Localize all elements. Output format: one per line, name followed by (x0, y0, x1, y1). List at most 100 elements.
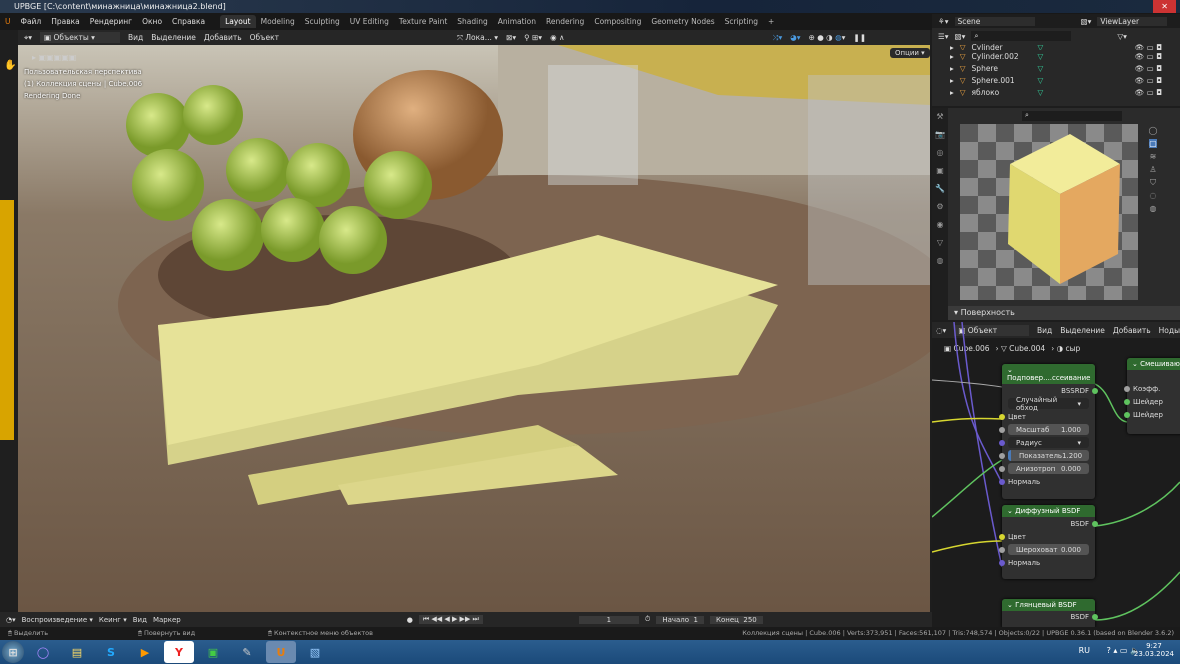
sss-method-dropdown[interactable]: Случайный обход ▾ (1008, 396, 1089, 412)
expand-icon[interactable]: ▸ (950, 88, 954, 97)
timeline-menu-view[interactable]: Вид (133, 616, 147, 624)
normal-socket[interactable] (999, 559, 1005, 566)
tab-uv-editing[interactable]: UV Editing (345, 15, 394, 28)
yandex-browser-app-icon[interactable]: Y (164, 641, 194, 663)
menu-add[interactable]: Добавить (204, 33, 242, 42)
visibility-icons[interactable]: 👁 ▭ ◘ (1135, 76, 1162, 85)
pivot-icon[interactable]: ⊠▾ (506, 33, 516, 42)
proportional-edit-icon[interactable]: ◉ ∧ (550, 33, 564, 42)
normal-socket[interactable] (999, 478, 1005, 485)
roughness-socket[interactable] (999, 546, 1005, 553)
mix-node-header[interactable]: ⌄ Смешиваю... (1127, 358, 1180, 370)
expand-icon[interactable]: ▸ (950, 76, 954, 85)
tab-animation[interactable]: Animation (493, 15, 541, 28)
ior-socket[interactable] (999, 452, 1005, 459)
fac-socket[interactable] (1124, 385, 1130, 392)
tab-modeling[interactable]: Modeling (256, 15, 300, 28)
tab-sculpting[interactable]: Sculpting (300, 15, 345, 28)
expand-icon[interactable]: ▸ (950, 64, 954, 73)
transform-orientation-dropdown[interactable]: ⤧ Лока... ▾ (457, 33, 498, 43)
upbge-app-icon[interactable]: U (266, 641, 296, 663)
color-socket[interactable] (999, 533, 1005, 540)
end-frame-field[interactable]: Конец 250 (710, 615, 763, 624)
bsdf-socket[interactable] (1092, 520, 1098, 527)
media-player-app-icon[interactable]: ▶ (130, 641, 160, 663)
scene-selector[interactable]: Scene (954, 16, 1035, 26)
filter-view-icon[interactable]: ▧▾ (955, 32, 966, 41)
skype-app-icon[interactable]: S (96, 641, 126, 663)
record-button[interactable]: ● (407, 616, 413, 624)
tab-scripting[interactable]: Scripting (720, 15, 763, 28)
properties-tabs[interactable]: ⚒ 📷 ◎ ▣ 🔧 ⚙ ◉ ▽ ◍ (932, 108, 948, 320)
shader-node-editor[interactable]: ◌▾ ▣ Объект Вид Выделение Добавить Ноды … (932, 322, 1180, 627)
current-frame-field[interactable]: 1 (578, 615, 639, 624)
node-subsurface-scattering[interactable]: ⌄ Подповер....ссеивание BSSRDF Случайный… (999, 364, 1098, 499)
blender-logo-icon[interactable]: U (0, 17, 16, 26)
menu-render[interactable]: Рендеринг (85, 17, 137, 26)
menu-view[interactable]: Вид (128, 33, 143, 42)
playback-menu[interactable]: Воспроизведение ▾ (22, 616, 93, 624)
tab-layout[interactable]: Layout (220, 15, 256, 28)
timeline-editor-icon[interactable]: ◔▾ (6, 616, 16, 624)
mode-dropdown[interactable]: ▣ Объекты ▾ (40, 32, 120, 43)
sss-node-header[interactable]: ⌄ Подповер....ссеивание (1002, 364, 1095, 384)
menu-select[interactable]: Выделение (151, 33, 196, 42)
view-layer-icon[interactable]: ▧▾ (1081, 17, 1092, 26)
surface-panel-header[interactable]: ▾ Поверхность (948, 306, 1180, 320)
visibility-icons[interactable]: 👁 ▭ ◘ (1135, 52, 1162, 61)
timeline-menu-marker[interactable]: Маркер (153, 616, 181, 624)
scale-socket[interactable] (999, 426, 1005, 433)
menu-help[interactable]: Справка (167, 17, 210, 26)
color-socket[interactable] (999, 413, 1005, 420)
alice-app-icon[interactable]: ◯ (28, 641, 58, 663)
outliner-search-input[interactable]: ⌕ (971, 31, 1072, 41)
diffuse-node-header[interactable]: ⌄ Диффузный BSDF (1002, 505, 1095, 517)
visibility-icons[interactable]: 👁 ▭ ◘ (1135, 88, 1162, 97)
close-window-button[interactable]: ✕ (1153, 0, 1176, 13)
explorer-app-icon[interactable]: ▤ (62, 641, 92, 663)
outliner-item[interactable]: ▸ ▽ Cylinder.002 ▽ 👁 ▭ ◘ (932, 50, 1180, 62)
filter-icon[interactable]: ▽▾ (1117, 32, 1127, 41)
glossy-bsdf-socket[interactable] (1092, 614, 1098, 620)
overlay-icon[interactable]: ◕▾ (790, 33, 800, 42)
image-viewer-app-icon[interactable]: ▧ (300, 641, 330, 663)
ior-field[interactable]: Показатель 1.200 (1008, 450, 1089, 461)
view-layer-selector[interactable]: ViewLayer (1097, 16, 1168, 26)
clock[interactable]: 9:27 23.03.2024 (1134, 642, 1174, 658)
bssrdf-socket[interactable] (1092, 387, 1098, 394)
menu-edit[interactable]: Правка (46, 17, 85, 26)
radius-socket[interactable] (999, 439, 1005, 446)
tab-texture-paint[interactable]: Texture Paint (394, 15, 452, 28)
stopwatch-icon[interactable]: ⏱ (645, 615, 650, 624)
start-button[interactable]: ⊞ (2, 641, 24, 663)
tab-shading[interactable]: Shading (452, 15, 492, 28)
menu-file[interactable]: Файл (16, 17, 47, 26)
hand-tool-icon[interactable]: ✋ (4, 60, 16, 71)
outliner-item[interactable]: ▸ ▽ яблоко ▽ 👁 ▭ ◘ (932, 86, 1180, 98)
select-mode-icons[interactable]: ▸ ▣▣▣▣▣ (32, 53, 76, 62)
expand-icon[interactable]: ▸ (950, 52, 954, 61)
roughness-field[interactable]: Шероховат 0.000 (1008, 544, 1089, 555)
visibility-icons[interactable]: 👁 ▭ ◘ (1135, 64, 1162, 73)
start-frame-field[interactable]: Начало 1 (656, 615, 704, 624)
menu-object[interactable]: Объект (250, 33, 279, 42)
tab-compositing[interactable]: Compositing (589, 15, 646, 28)
glossy-node-header[interactable]: ⌄ Глянцевый BSDF (1002, 599, 1095, 611)
menu-window[interactable]: Окно (137, 17, 167, 26)
radius-dropdown[interactable]: Радиус ▾ (1008, 437, 1089, 448)
language-indicator[interactable]: RU (1079, 646, 1090, 655)
tab-rendering[interactable]: Rendering (541, 15, 589, 28)
anisotropy-socket[interactable] (999, 465, 1005, 472)
scene-icon[interactable]: ⚘▾ (938, 17, 949, 26)
shading-modes-icon[interactable]: ⊕ ● ◑ ◍▾ (809, 33, 846, 42)
gizmo-icon[interactable]: ⤨▾ (772, 33, 782, 43)
properties-search-input[interactable]: ⌕ (1022, 111, 1122, 121)
gimp-app-icon[interactable]: ✎ (232, 641, 262, 663)
preview-shape-buttons[interactable]: ◯ ▢ ≋ ♙ ⛉ ◌ ◍ (1144, 124, 1162, 215)
display-mode-icon[interactable]: ☰▾ (938, 32, 949, 41)
options-dropdown[interactable]: Опции ▾ (890, 48, 930, 58)
playback-controls[interactable]: ⏮ ◀◀ ◀ ▶ ▶▶ ⏭ (418, 615, 483, 624)
node-mix-shader[interactable]: ⌄ Смешиваю... Коэфф. Шейдер Шейдер (1124, 358, 1180, 434)
snap-icon[interactable]: ⚲ ⊞▾ (524, 33, 542, 42)
add-workspace-button[interactable]: + (763, 15, 779, 28)
